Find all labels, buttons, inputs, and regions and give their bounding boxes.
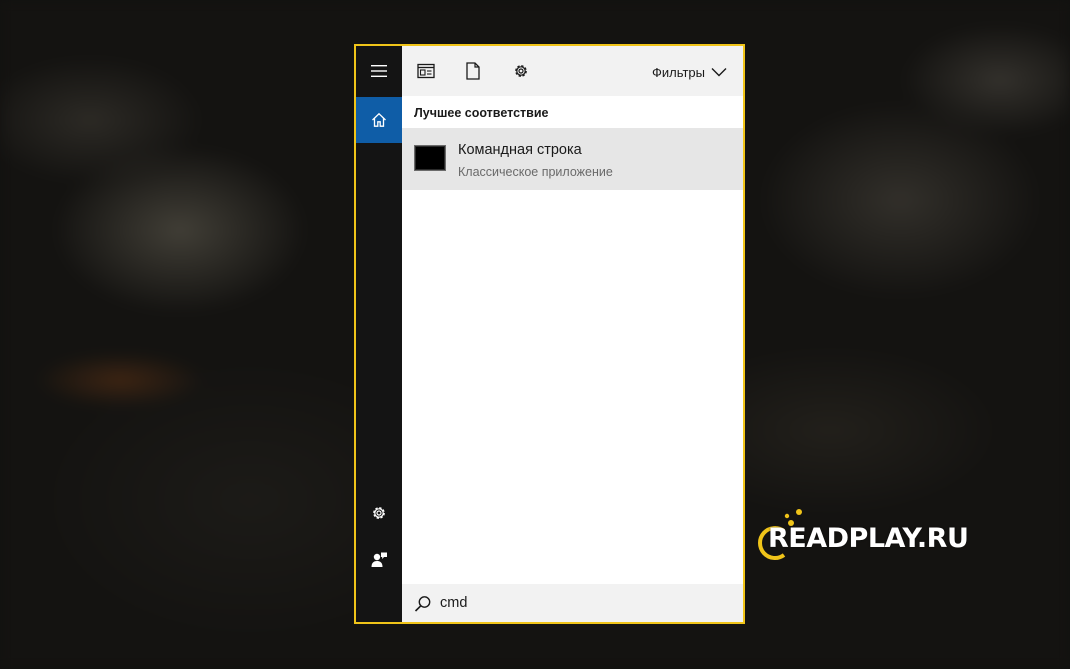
home-button[interactable] <box>356 97 402 143</box>
document-icon <box>466 62 480 80</box>
apps-filter-button[interactable] <box>416 61 436 81</box>
watermark-text: READPLAY.RU <box>768 523 969 554</box>
navigation-rail <box>356 46 402 622</box>
best-match-result[interactable]: Командная строка Классическое приложение <box>402 128 743 190</box>
home-icon <box>372 112 386 127</box>
settings-filter-button[interactable] <box>511 61 531 81</box>
filters-dropdown[interactable]: Фильтры <box>652 63 727 81</box>
filter-toolbar: Фильтры <box>402 46 743 96</box>
documents-filter-button[interactable] <box>463 61 483 81</box>
result-title: Командная строка <box>458 142 582 158</box>
gear-icon <box>373 507 385 519</box>
feedback-icon <box>371 552 387 567</box>
feedback-button[interactable] <box>356 537 402 583</box>
command-prompt-icon <box>414 145 446 171</box>
hamburger-icon <box>371 65 387 77</box>
search-panel: Фильтры Лучшее соответствие Командная ст… <box>354 44 745 624</box>
apps-icon <box>417 63 435 79</box>
settings-icon <box>515 65 527 77</box>
watermark: READPLAY.RU <box>754 507 1034 563</box>
chevron-down-icon <box>711 68 727 77</box>
search-input[interactable] <box>440 592 730 614</box>
menu-button[interactable] <box>356 48 402 94</box>
rail-settings-button[interactable] <box>356 490 402 536</box>
search-icon <box>414 596 431 612</box>
best-match-heading: Лучшее соответствие <box>414 106 549 120</box>
result-subtitle: Классическое приложение <box>458 165 613 179</box>
search-bar <box>402 584 743 622</box>
search-content: Фильтры Лучшее соответствие Командная ст… <box>402 46 743 622</box>
filters-label: Фильтры <box>651 64 705 80</box>
